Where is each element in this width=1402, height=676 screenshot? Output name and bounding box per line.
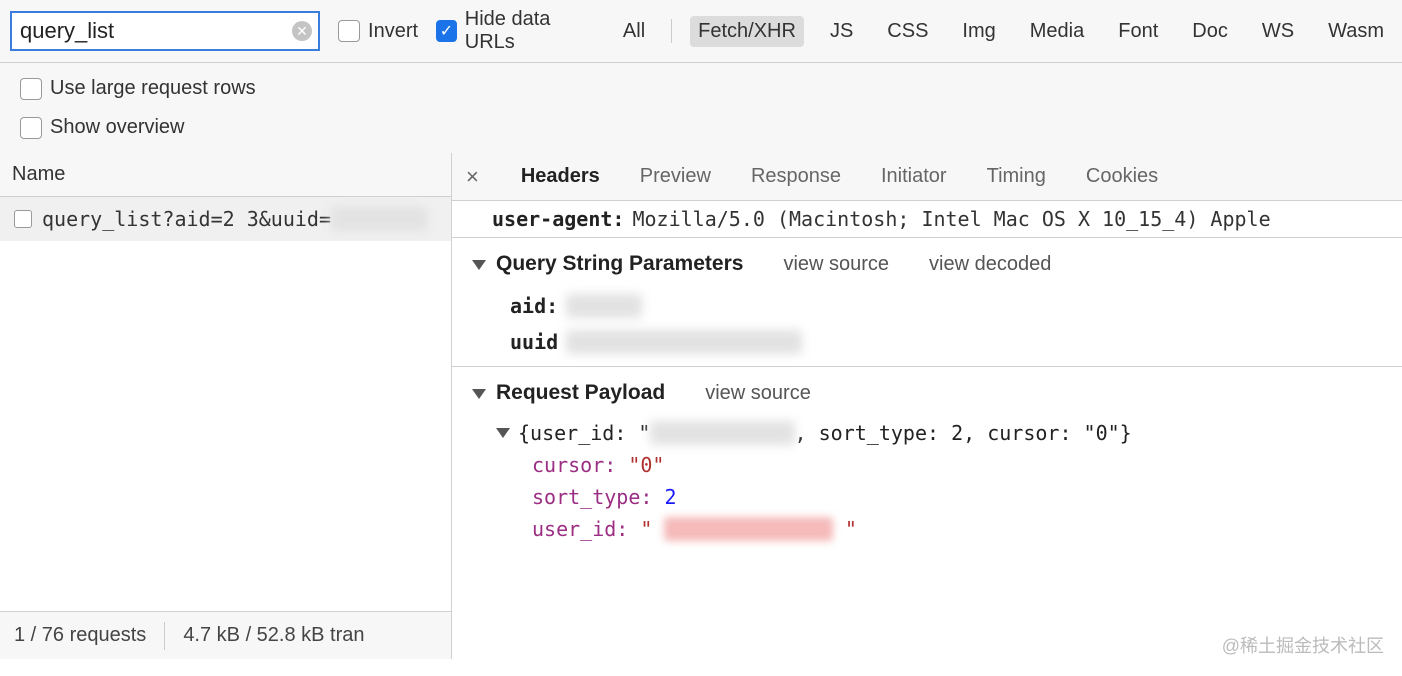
payload-value: "0" [628, 453, 664, 477]
payload-key: sort_type: [532, 485, 652, 509]
param-value-redacted: xxx [566, 294, 642, 318]
filter-input[interactable] [10, 11, 320, 51]
status-bar: 1 / 76 requests 4.7 kB / 52.8 kB tran [0, 611, 451, 659]
chevron-down-icon [496, 428, 510, 438]
header-value: Mozilla/5.0 (Macintosh; Intel Mac OS X 1… [632, 207, 1270, 231]
payload-summary-prefix: {user_id: " [518, 421, 650, 445]
payload-cursor: cursor: "0" [472, 449, 1382, 481]
chevron-down-icon [472, 389, 486, 399]
overview-label: Show overview [50, 116, 185, 139]
filter-ws[interactable]: WS [1254, 16, 1302, 47]
param-value-redacted: xxx [566, 330, 802, 354]
header-key: user-agent: [492, 207, 624, 231]
section-title: Query String Parameters [496, 252, 743, 275]
filter-fetch-xhr[interactable]: Fetch/XHR [690, 16, 804, 47]
filter-media[interactable]: Media [1022, 16, 1092, 47]
param-aid: aid: xxx [472, 288, 1382, 324]
separator [164, 622, 165, 650]
payload-summary-suffix: , sort_type: 2, cursor: "0"} [795, 421, 1132, 445]
header-user-agent: user-agent: Mozilla/5.0 (Macintosh; Inte… [452, 201, 1402, 237]
filter-js[interactable]: JS [822, 16, 861, 47]
tab-cookies[interactable]: Cookies [1084, 155, 1160, 198]
detail-column: × Headers Preview Response Initiator Tim… [452, 153, 1402, 659]
request-name: query_list?aid=2 3&uuid=xxxxxxxx [42, 207, 427, 231]
main-split: Name query_list?aid=2 3&uuid=xxxxxxxx 1 … [0, 153, 1402, 659]
checkbox-icon [20, 78, 42, 100]
watermark: @稀土掘金技术社区 [1222, 632, 1384, 658]
status-requests: 1 / 76 requests [14, 624, 146, 647]
tab-headers[interactable]: Headers [519, 155, 602, 198]
view-source-link[interactable]: view source [705, 382, 811, 405]
tab-response[interactable]: Response [749, 155, 843, 198]
tab-timing[interactable]: Timing [985, 155, 1048, 198]
view-decoded-link[interactable]: view decoded [929, 253, 1051, 276]
section-title: Request Payload [496, 381, 665, 404]
hide-urls-label: Hide data URLs [465, 8, 597, 54]
request-payload-section: Request Payload view source {user_id: " … [452, 366, 1402, 551]
filter-doc[interactable]: Doc [1184, 16, 1236, 47]
name-column-header[interactable]: Name [0, 153, 451, 197]
request-list: query_list?aid=2 3&uuid=xxxxxxxx [0, 197, 451, 611]
param-uuid: uuid xxx [472, 324, 1382, 360]
payload-summary[interactable]: {user_id: " xx , sort_type: 2, cursor: "… [472, 417, 1382, 449]
filter-input-wrap: ✕ [10, 11, 320, 51]
clear-filter-icon[interactable]: ✕ [292, 21, 312, 41]
filter-img[interactable]: Img [954, 16, 1003, 47]
filter-css[interactable]: CSS [879, 16, 936, 47]
status-transfer: 4.7 kB / 52.8 kB tran [183, 624, 364, 647]
filter-toolbar: ✕ Invert ✓ Hide data URLs All Fetch/XHR … [0, 0, 1402, 63]
overview-checkbox[interactable]: Show overview [20, 108, 1382, 147]
chevron-down-icon [472, 260, 486, 270]
payload-user-id-redacted: xx [650, 421, 794, 445]
large-rows-checkbox[interactable]: Use large request rows [20, 69, 1382, 108]
payload-user-id: user_id: " xxxxxxxx3 " [472, 513, 1382, 545]
tab-preview[interactable]: Preview [638, 155, 713, 198]
options-row: Use large request rows Show overview [0, 63, 1402, 153]
filter-types: All Fetch/XHR JS CSS Img Media Font Doc … [615, 16, 1392, 47]
payload-key: cursor: [532, 453, 616, 477]
hide-data-urls-checkbox[interactable]: ✓ Hide data URLs [436, 8, 597, 54]
section-title-wrap[interactable]: Query String Parameters [472, 252, 743, 276]
filter-all[interactable]: All [615, 16, 653, 47]
payload-quote: " [640, 517, 652, 541]
detail-body: user-agent: Mozilla/5.0 (Macintosh; Inte… [452, 201, 1402, 659]
invert-label: Invert [368, 20, 418, 43]
tab-initiator[interactable]: Initiator [879, 155, 949, 198]
param-key: uuid [510, 330, 558, 354]
checkbox-icon [14, 210, 32, 228]
requests-column: Name query_list?aid=2 3&uuid=xxxxxxxx 1 … [0, 153, 452, 659]
separator [671, 19, 672, 43]
close-icon[interactable]: × [462, 164, 483, 190]
filter-wasm[interactable]: Wasm [1320, 16, 1392, 47]
payload-key: user_id: [532, 517, 628, 541]
filter-font[interactable]: Font [1110, 16, 1166, 47]
checkbox-icon [20, 117, 42, 139]
section-head: Request Payload view source [472, 381, 1382, 405]
section-title-wrap[interactable]: Request Payload [472, 381, 665, 405]
query-string-parameters-section: Query String Parameters view source view… [452, 237, 1402, 366]
payload-sort-type: sort_type: 2 [472, 481, 1382, 513]
invert-checkbox[interactable]: Invert [338, 20, 418, 43]
payload-quote: " [845, 517, 857, 541]
request-row[interactable]: query_list?aid=2 3&uuid=xxxxxxxx [0, 197, 451, 241]
section-head: Query String Parameters view source view… [472, 252, 1382, 276]
param-key: aid: [510, 294, 558, 318]
payload-user-id-redacted: xxxxxxxx3 [664, 517, 832, 541]
checkbox-checked-icon: ✓ [436, 20, 457, 42]
checkbox-icon [338, 20, 360, 42]
detail-tabs: × Headers Preview Response Initiator Tim… [452, 153, 1402, 201]
payload-value: 2 [664, 485, 676, 509]
large-rows-label: Use large request rows [50, 77, 256, 100]
view-source-link[interactable]: view source [783, 253, 889, 276]
